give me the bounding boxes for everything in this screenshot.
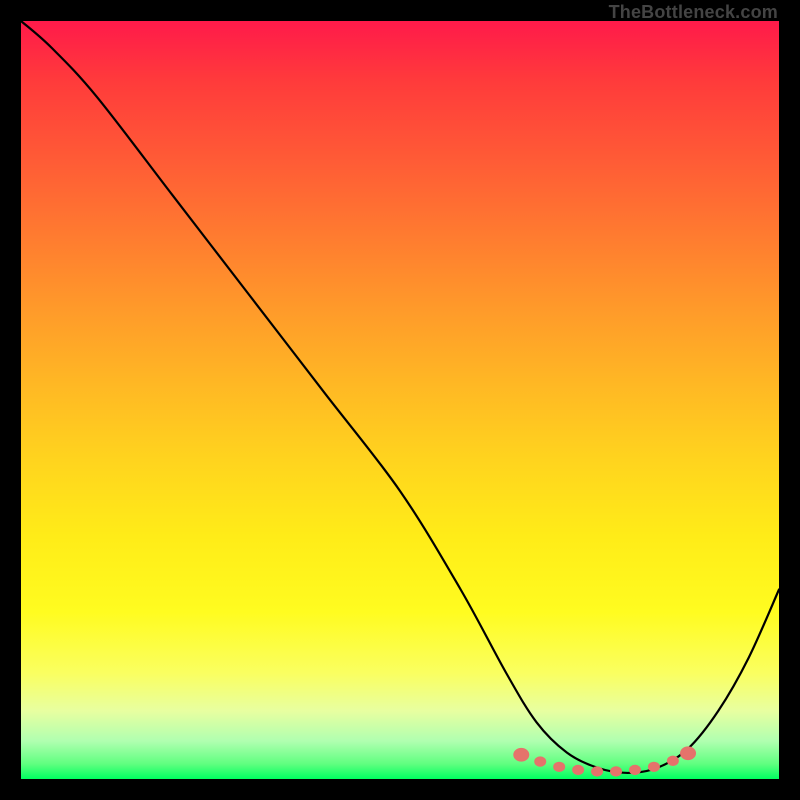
optimal-marker: [514, 748, 529, 761]
optimal-marker: [648, 762, 659, 771]
watermark-text: TheBottleneck.com: [609, 2, 778, 23]
optimal-marker: [554, 762, 565, 771]
optimal-marker: [667, 756, 678, 765]
optimal-marker: [611, 767, 622, 776]
bottleneck-curve: [21, 21, 779, 773]
optimal-marker: [629, 765, 640, 774]
optimal-marker: [592, 767, 603, 776]
optimal-marker: [535, 757, 546, 766]
optimal-marker: [573, 765, 584, 774]
optimal-marker: [681, 747, 696, 760]
chart-overlay: [21, 21, 779, 779]
chart-container: TheBottleneck.com: [0, 0, 800, 800]
optimal-range-markers: [514, 747, 696, 776]
